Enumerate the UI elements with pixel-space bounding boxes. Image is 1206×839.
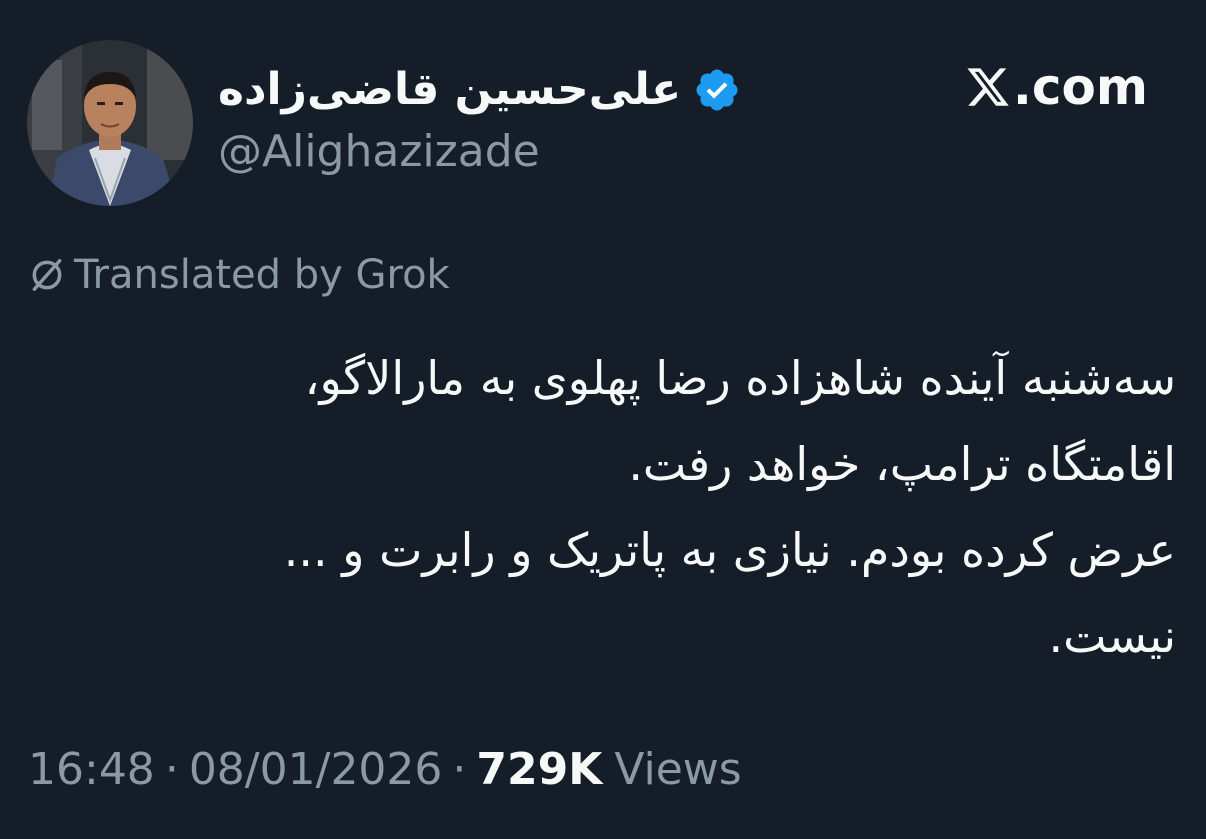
grok-icon xyxy=(28,256,66,294)
avatar-photo xyxy=(27,40,193,206)
tweet-time[interactable]: 16:48 xyxy=(28,748,155,792)
source-brand: .com xyxy=(965,62,1148,112)
tweet-card: علی‌حسین قاضی‌زاده @Alighazizade .com Tr… xyxy=(0,0,1206,839)
author-name-row[interactable]: علی‌حسین قاضی‌زاده xyxy=(218,55,741,125)
meta-separator: · xyxy=(164,744,179,795)
translated-by-label: Translated by Grok xyxy=(74,252,450,298)
tweet-text-line: عرض کرده بودم. نیازی به پاتریک و رابرت و… xyxy=(283,523,1176,577)
verified-badge-icon xyxy=(693,66,741,114)
author-display-name[interactable]: علی‌حسین قاضی‌زاده xyxy=(218,68,681,112)
tweet-meta: 16:48 · 08/01/2026 · 729K Views xyxy=(28,748,742,792)
views-count[interactable]: 729K xyxy=(476,748,602,792)
x-logo-icon xyxy=(965,64,1011,110)
tweet-text-line: سه‌شنبه آینده شاهزاده رضا پهلوی به مارال… xyxy=(304,351,1176,405)
tweet-date[interactable]: 08/01/2026 xyxy=(189,748,443,792)
tweet-text-line: نیست. xyxy=(1048,609,1176,663)
meta-separator: · xyxy=(452,744,467,795)
translated-by-row[interactable]: Translated by Grok xyxy=(28,255,450,295)
avatar[interactable] xyxy=(27,40,193,206)
tweet-text: سه‌شنبه آینده شاهزاده رضا پهلوی به مارال… xyxy=(26,335,1176,679)
source-domain-label: .com xyxy=(1012,58,1148,116)
views-label: Views xyxy=(614,744,742,795)
author-handle[interactable]: @Alighazizade xyxy=(218,130,540,174)
tweet-text-line: اقامتگاه ترامپ، خواهد رفت. xyxy=(628,437,1176,491)
